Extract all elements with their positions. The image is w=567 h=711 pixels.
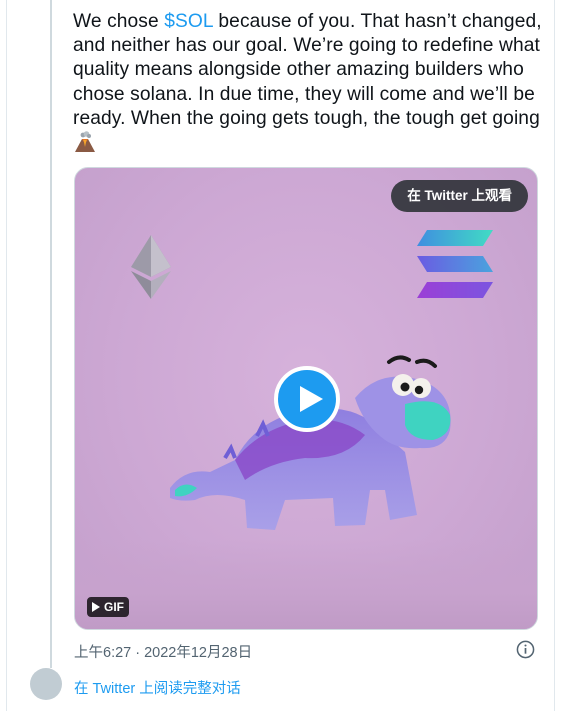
avatar[interactable]: [30, 668, 62, 700]
thread-line: [50, 0, 52, 668]
tweet-text: We chose $SOL because of you. That hasn’…: [73, 10, 543, 156]
gif-badge: GIF: [87, 597, 129, 617]
floor-shadow: [75, 539, 537, 629]
info-icon[interactable]: [516, 640, 535, 659]
play-button[interactable]: [274, 366, 340, 432]
watch-on-twitter-button[interactable]: 在 Twitter 上观看: [391, 180, 528, 212]
play-icon: [300, 386, 323, 412]
solana-logo-icon: [417, 230, 493, 298]
read-full-conversation-link[interactable]: 在 Twitter 上阅读完整对话: [74, 677, 241, 698]
tweet-timestamp[interactable]: 上午6:27 · 2022年12月28日: [74, 641, 252, 662]
volcano-emoji-icon: [75, 131, 95, 153]
ethereum-logo-icon: [131, 235, 171, 299]
gif-label: GIF: [104, 600, 124, 614]
media-gif[interactable]: 在 Twitter 上观看 GIF: [74, 167, 538, 630]
play-triangle-icon: [92, 602, 100, 612]
cashtag-link[interactable]: $SOL: [164, 11, 213, 32]
